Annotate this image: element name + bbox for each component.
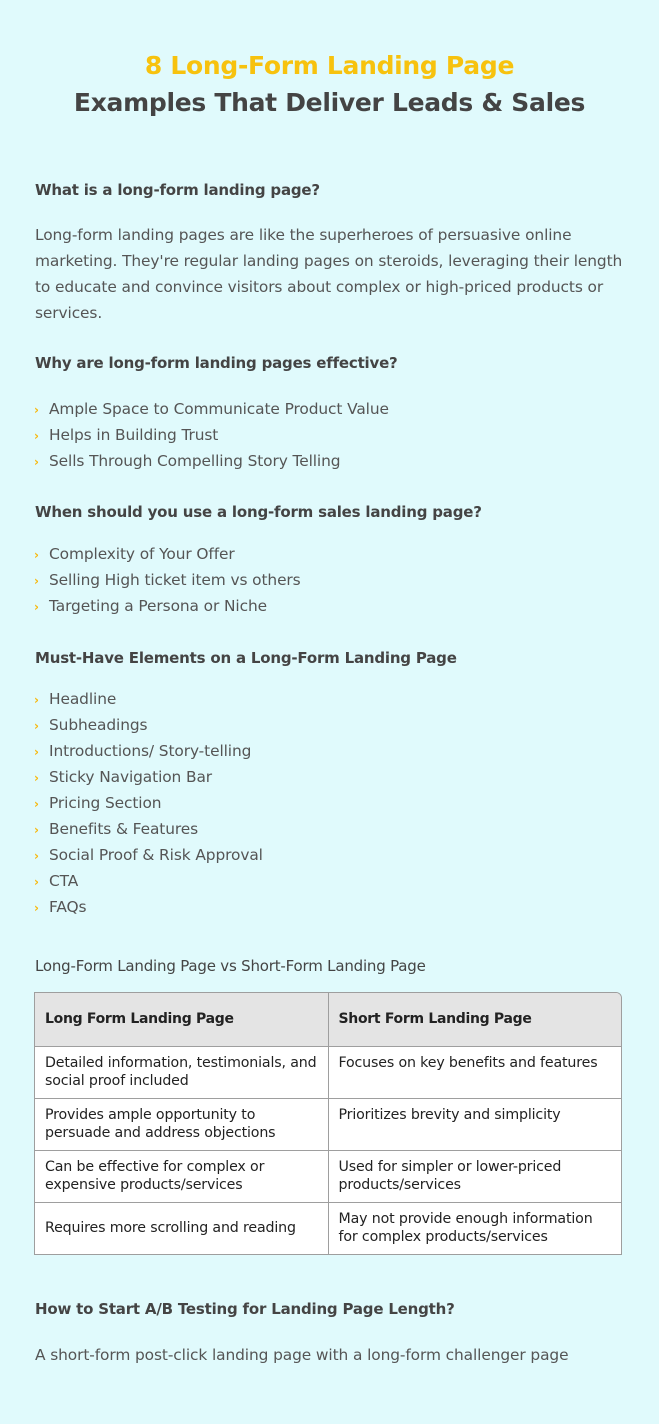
chevron-right-icon: › xyxy=(34,745,39,759)
table-row: Detailed information, testimonials, and … xyxy=(35,1046,621,1099)
list-item-label: Ample Space to Communicate Product Value xyxy=(49,400,389,418)
list-item-label: Introductions/ Story-telling xyxy=(49,742,252,760)
list-item: › Helps in Building Trust xyxy=(34,422,389,448)
section-heading-what: What is a long-form landing page? xyxy=(35,181,320,199)
list-item: › Targeting a Persona or Niche xyxy=(34,593,301,619)
chevron-right-icon: › xyxy=(34,771,39,785)
table-row: Provides ample opportunity to persuade a… xyxy=(35,1098,621,1151)
list-when: › Complexity of Your Offer › Selling High … xyxy=(34,541,301,619)
section-heading-why: Why are long-form landing pages effectiv… xyxy=(35,354,398,372)
list-item-label: FAQs xyxy=(49,898,87,916)
section-body-abtest: A short-form post-click landing page wit… xyxy=(35,1346,569,1364)
table-cell: Used for simpler or lower-priced product… xyxy=(328,1150,621,1203)
list-item: › Complexity of Your Offer xyxy=(34,541,301,567)
chevron-right-icon: › xyxy=(34,719,39,733)
list-item-label: Sells Through Compelling Story Telling xyxy=(49,452,341,470)
table-cell: May not provide enough information for c… xyxy=(338,1211,593,1246)
list-item: › Headline xyxy=(34,686,263,712)
list-item-label: Selling High ticket item vs others xyxy=(49,571,301,589)
table-cell: Provides ample opportunity to persuade a… xyxy=(35,1098,329,1151)
chevron-right-icon: › xyxy=(34,429,39,443)
list-item-label: Helps in Building Trust xyxy=(49,426,219,444)
section-heading-comparison: Long-Form Landing Page vs Short-Form Lan… xyxy=(35,957,426,975)
list-item: › Ample Space to Communicate Product Valu… xyxy=(34,396,389,422)
page-title-line-1: 8 Long-Form Landing Page xyxy=(144,51,515,80)
list-item: › Subheadings xyxy=(34,712,263,738)
column-header-long-form: Long Form Landing Page xyxy=(35,993,329,1047)
chevron-right-icon: › xyxy=(34,875,39,889)
column-header-short-form: Short Form Landing Page xyxy=(328,993,621,1047)
list-why: › Ample Space to Communicate Product Valu… xyxy=(34,396,389,474)
list-elements: › Headline › Subheadings › Introductions/ S… xyxy=(34,686,263,920)
list-item-label: Benefits & Features xyxy=(49,820,199,838)
chevron-right-icon: › xyxy=(34,403,39,417)
section-heading-when: When should you use a long-form sales la… xyxy=(35,503,482,521)
table-cell: Detailed information, testimonials, and … xyxy=(35,1046,329,1099)
table-cell: Focuses on key benefits and features xyxy=(328,1046,621,1099)
chevron-right-icon: › xyxy=(34,823,39,837)
chevron-right-icon: › xyxy=(34,548,39,562)
list-item: › Sells Through Compelling Story Telling xyxy=(34,448,389,474)
table-header-row: Long Form Landing Page Short Form Landin… xyxy=(35,993,621,1047)
infographic-page: 8 Long-Form Landing Page Examples That D… xyxy=(0,0,659,1424)
chevron-right-icon: › xyxy=(34,574,39,588)
chevron-right-icon: › xyxy=(34,455,39,469)
list-item-label: Complexity of Your Offer xyxy=(49,545,235,563)
chevron-right-icon: › xyxy=(34,849,39,863)
table-cell: Prioritizes brevity and simplicity xyxy=(328,1098,621,1151)
table-cell: Requires more scrolling and reading xyxy=(35,1202,329,1254)
table-cell: Can be effective for complex or expensiv… xyxy=(35,1150,329,1203)
list-item: › Selling High ticket item vs others xyxy=(34,567,301,593)
chevron-right-icon: › xyxy=(34,693,39,707)
section-heading-abtest: How to Start A/B Testing for Landing Pag… xyxy=(35,1300,455,1318)
list-item-label: Subheadings xyxy=(49,716,148,734)
list-item-label: Pricing Section xyxy=(49,794,162,812)
list-item-label: CTA xyxy=(49,872,79,890)
chevron-right-icon: › xyxy=(34,901,39,915)
table-row: Can be effective for complex or expensiv… xyxy=(35,1150,621,1203)
section-heading-elements: Must-Have Elements on a Long-Form Landin… xyxy=(35,649,457,667)
list-item-label: Targeting a Persona or Niche xyxy=(49,597,267,615)
section-body-what: Long-form landing pages are like the sup… xyxy=(35,226,623,322)
page-title-line-2: Examples That Deliver Leads & Sales xyxy=(73,88,586,117)
chevron-right-icon: › xyxy=(34,797,39,811)
table-row: Requires more scrolling and reading May … xyxy=(35,1202,621,1254)
list-item: › CTA xyxy=(34,868,263,894)
list-item-label: Headline xyxy=(49,690,117,708)
list-item: › FAQs xyxy=(34,894,263,920)
chevron-right-icon: › xyxy=(34,600,39,614)
comparison-table: Long Form Landing Page Short Form Landin… xyxy=(34,992,622,1255)
list-item: › Introductions/ Story-telling xyxy=(34,738,263,764)
list-item: › Sticky Navigation Bar xyxy=(34,764,263,790)
list-item-label: Sticky Navigation Bar xyxy=(49,768,213,786)
list-item: › Pricing Section xyxy=(34,790,263,816)
list-item: › Social Proof & Risk Approval xyxy=(34,842,263,868)
list-item-label: Social Proof & Risk Approval xyxy=(49,846,263,864)
list-item: › Benefits & Features xyxy=(34,816,263,842)
